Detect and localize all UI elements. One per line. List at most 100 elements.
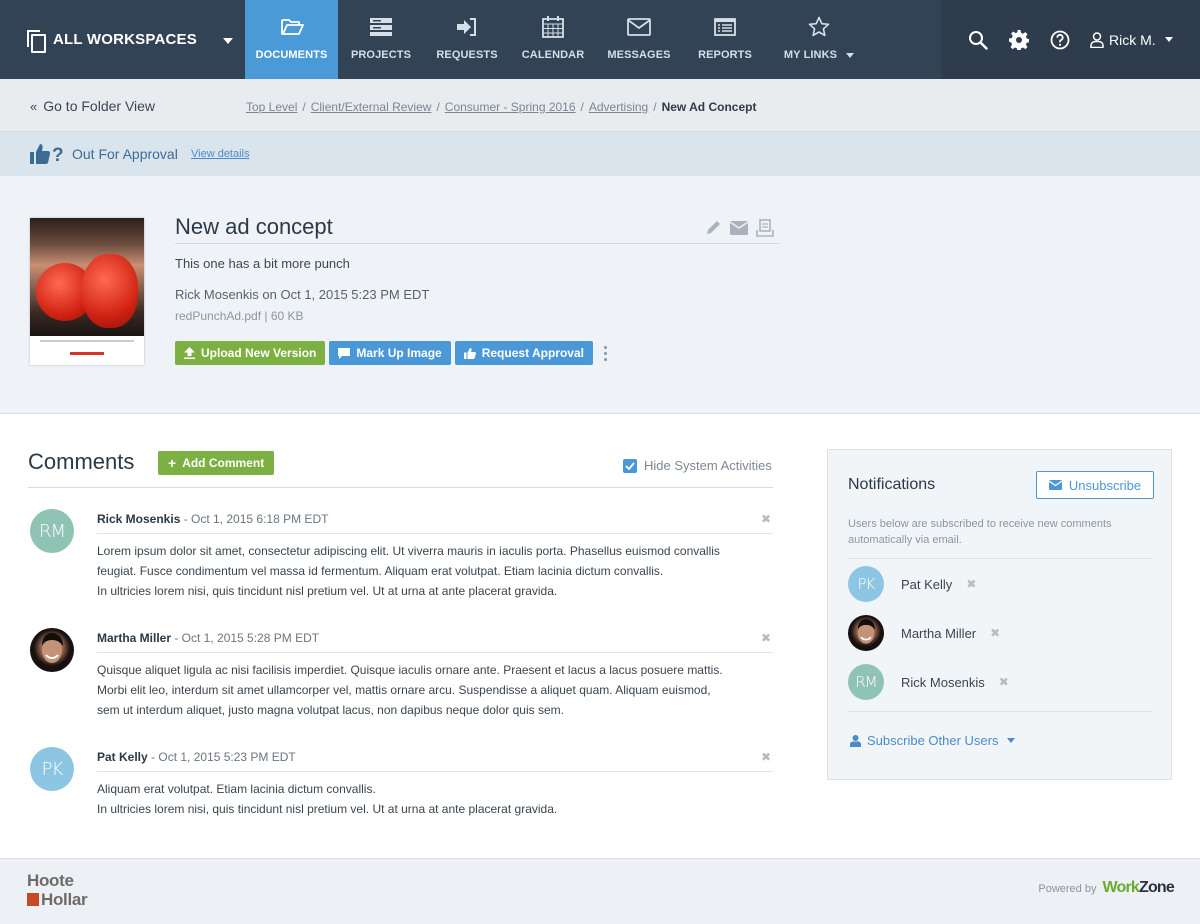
envelope-icon (1048, 480, 1062, 490)
comment-line: feugiat. Fusce condimentum vel massa id … (97, 564, 664, 578)
star-icon (807, 15, 831, 39)
subscriber-name: Rick Mosenkis (901, 674, 985, 690)
approval-status-bar: ? Out For Approval View details (0, 132, 1200, 176)
remove-subscriber-icon[interactable]: ✖ (990, 626, 1000, 640)
comment-author: Martha Miller (97, 631, 172, 645)
nav-tab-requests[interactable]: REQUESTS (424, 0, 510, 79)
avatar: RM (848, 664, 884, 700)
nav-tab-messages[interactable]: MESSAGES (596, 0, 682, 79)
notifications-heading: Notifications (848, 476, 936, 493)
folder-open-icon (280, 15, 304, 39)
footer: Hoote Hollar Powered by WorkZone (0, 858, 1200, 924)
vendor-logo-part: Zone (1138, 879, 1175, 896)
thumbs-up-icon (463, 347, 476, 359)
breadcrumb-separator: / (302, 100, 306, 114)
remove-subscriber-icon[interactable]: ✖ (966, 577, 976, 591)
document-button-row: Upload New Version Mark Up Image Request… (175, 341, 608, 365)
powered-by-label: Powered by (1038, 883, 1097, 895)
comment-line: sem ut interdum aliquet, justo magna vol… (97, 703, 564, 717)
vendor-logo: WorkZone (1102, 879, 1174, 897)
help-icon[interactable] (1049, 29, 1071, 51)
more-options-icon[interactable] (603, 345, 608, 361)
add-comment-button[interactable]: + Add Comment (158, 451, 275, 475)
folder-view-label: Go to Folder View (43, 98, 156, 114)
breadcrumb-link[interactable]: Consumer - Spring 2016 (445, 100, 576, 114)
delete-comment-icon[interactable]: ✖ (761, 750, 771, 764)
breadcrumb-link[interactable]: Advertising (589, 100, 648, 114)
upload-label: Upload New Version (201, 346, 317, 360)
request-label: Request Approval (481, 346, 584, 360)
document-header: New ad concept This one has a bit more p… (0, 176, 1200, 414)
comment-line: Quisque aliquet ligula ac nisi facilisis… (97, 663, 723, 677)
document-thumbnail[interactable] (30, 218, 144, 365)
nav-tab-my-links[interactable]: MY LINKS (768, 0, 870, 79)
unsubscribe-button[interactable]: Unsubscribe (1036, 471, 1154, 499)
go-to-folder-view-link[interactable]: « Go to Folder View (30, 98, 155, 114)
brand-line: Hoote (27, 871, 74, 890)
nav-tab-projects[interactable]: PROJECTS (338, 0, 424, 79)
subscriber-name: Martha Miller (901, 625, 977, 641)
request-approval-button[interactable]: Request Approval (454, 341, 593, 365)
document-file-info: redPunchAd.pdf | 60 KB (175, 309, 304, 323)
comments-heading: Comments (28, 449, 135, 474)
gear-icon[interactable] (1008, 29, 1030, 51)
nav-tab-documents[interactable]: DOCUMENTS (245, 0, 338, 79)
user-icon (850, 734, 861, 747)
upload-new-version-button[interactable]: Upload New Version (175, 341, 326, 365)
nav-tab-label: REPORTS (698, 49, 752, 61)
checkbox-checked-icon[interactable] (623, 458, 637, 473)
comment-line: Aliquam erat volutpat. Etiam lacinia dic… (97, 782, 376, 796)
hide-system-activities-checkbox[interactable]: Hide System Activities (623, 458, 772, 473)
comment-header: Pat Kelly - Oct 1, 2015 5:23 PM EDT (97, 750, 296, 764)
unsubscribe-label: Unsubscribe (1068, 477, 1142, 493)
notifications-description: Users below are subscribed to receive ne… (848, 518, 1112, 546)
thumbnail-text-line (40, 340, 134, 342)
comment-date: - Oct 1, 2015 6:18 PM EDT (180, 512, 329, 526)
subscriber-item: PK Pat Kelly ✖ (848, 566, 976, 602)
comment-line: Morbi elit leo, interdum sit amet ullamc… (97, 683, 711, 697)
envelope-icon[interactable] (730, 219, 748, 237)
delete-comment-icon[interactable]: ✖ (761, 631, 771, 645)
chevron-down-icon (846, 52, 855, 58)
nav-tab-label: DOCUMENTS (255, 49, 328, 61)
nav-tab-label: PROJECTS (350, 49, 412, 61)
calendar-icon (541, 15, 565, 39)
brand-logo: Hoote Hollar (27, 871, 88, 909)
notifications-divider (848, 558, 1152, 559)
document-title: New ad concept (175, 214, 333, 239)
document-description: This one has a bit more punch (175, 256, 350, 271)
thumbnail-logo-line (70, 352, 104, 355)
workspace-selector[interactable]: ALL WORKSPACES (0, 0, 245, 79)
header-tools: Rick M. (941, 0, 1200, 79)
nav-tab-label: CALENDAR (521, 49, 585, 61)
subscriber-item: RM Rick Mosenkis ✖ (848, 664, 1009, 700)
chevron-down-icon (1006, 738, 1015, 743)
delete-comment-icon[interactable]: ✖ (761, 512, 771, 526)
view-details-link[interactable]: View details (191, 148, 250, 160)
remove-subscriber-icon[interactable]: ✖ (999, 675, 1009, 689)
nav-tab-label: MESSAGES (607, 49, 671, 61)
search-icon[interactable] (967, 29, 989, 51)
comment-body: Aliquam erat volutpat. Etiam lacinia dic… (97, 779, 773, 819)
avatar: RM (30, 509, 74, 553)
print-icon[interactable] (756, 219, 774, 237)
document-actions (704, 219, 774, 237)
pencil-icon[interactable] (704, 219, 722, 237)
mark-up-image-button[interactable]: Mark Up Image (329, 341, 451, 365)
brand-line: Hollar (41, 890, 88, 909)
user-menu[interactable]: Rick M. (1090, 32, 1173, 48)
comment-divider (97, 533, 773, 534)
breadcrumb-link[interactable]: Client/External Review (311, 100, 432, 114)
comment-date: - Oct 1, 2015 5:28 PM EDT (171, 631, 320, 645)
chevron-down-icon (1164, 37, 1173, 42)
breadcrumb-separator: / (580, 100, 584, 114)
breadcrumb-link[interactable]: Top Level (246, 100, 297, 114)
nav-tab-reports[interactable]: REPORTS (682, 0, 768, 79)
my-links-label: MY LINKS (783, 49, 838, 61)
breadcrumb-current: New Ad Concept (661, 100, 757, 114)
avatar (848, 615, 884, 651)
nav-tab-calendar[interactable]: CALENDAR (510, 0, 596, 79)
nav-tab-label: MY LINKS (783, 49, 855, 61)
subscribe-other-users-dropdown[interactable]: Subscribe Other Users (850, 733, 1015, 748)
document-meta: Rick Mosenkis on Oct 1, 2015 5:23 PM EDT (175, 287, 430, 302)
